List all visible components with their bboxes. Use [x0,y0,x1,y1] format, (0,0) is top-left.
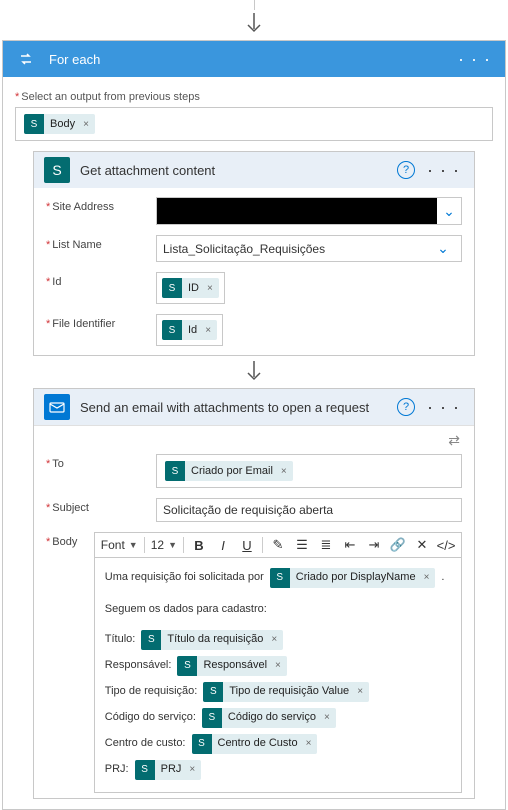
body-line-label: PRJ: [105,760,129,780]
strike-button[interactable]: ✎ [269,536,287,554]
attachment-card: S Get attachment content ? · · · *Site A… [33,151,475,356]
attachment-header[interactable]: S Get attachment content ? · · · [34,152,474,188]
number-list-button[interactable]: ≣ [317,536,335,554]
token-body[interactable]: S Body × [24,114,95,134]
token-displayname[interactable]: S Criado por DisplayName × [270,568,436,588]
sharepoint-icon: S [44,157,70,183]
bullet-list-button[interactable]: ☰ [293,536,311,554]
sharepoint-token-icon: S [192,734,212,754]
foreach-card: For each · · · *Select an output from pr… [2,40,506,810]
body-line-label: Tipo de requisição: [105,682,198,702]
token-remove[interactable]: × [205,283,219,294]
chevron-down-icon[interactable]: ⌄ [431,240,455,257]
connector-arrow-mid [15,358,493,388]
attachment-menu[interactable]: · · · [423,160,464,181]
sharepoint-token-icon: S [270,568,290,588]
site-address-input[interactable]: ⌄ [156,197,462,225]
sharepoint-token-icon: S [135,760,155,780]
body-label: *Body [46,532,94,548]
token-remove[interactable]: × [187,761,201,779]
foreach-select-label: *Select an output from previous steps [15,91,493,103]
token-remove[interactable]: × [203,325,217,336]
file-identifier-label: *File Identifier [46,314,156,330]
body-editor[interactable]: Uma requisição foi solicitada por S Cria… [94,558,462,793]
link-button[interactable]: 🔗 [389,536,407,554]
token-remove[interactable]: × [355,683,369,701]
attachment-title: Get attachment content [80,163,397,178]
token-id[interactable]: S ID × [162,278,219,298]
outdent-button[interactable]: ⇤ [341,536,359,554]
token-remove[interactable]: × [269,631,283,649]
body-line: PRJ: SPRJ× [105,758,451,782]
site-address-value-redacted [157,198,437,224]
body-line-label: Título: [105,630,136,650]
body-line-label: Responsável: [105,656,172,676]
token-remove[interactable]: × [279,466,293,477]
sharepoint-token-icon: S [162,320,182,340]
body-line: Código do serviço: SCódigo do serviço× [105,706,451,730]
site-address-label: *Site Address [46,197,156,213]
foreach-menu[interactable]: · · · [454,49,495,70]
body-line: Responsável:SResponsável× [105,654,451,678]
token-prj[interactable]: SPRJ× [135,760,202,780]
body-line-label: Código do serviço: [105,708,196,728]
italic-button[interactable]: I [214,536,232,554]
file-identifier-input[interactable]: S Id × [156,314,223,346]
to-label: *To [46,454,156,470]
email-header[interactable]: Send an email with attachments to open a… [34,389,474,425]
bold-button[interactable]: B [190,536,208,554]
token-remove[interactable]: × [81,119,95,130]
token-remove[interactable]: × [304,735,318,753]
token-responsável[interactable]: SResponsável× [177,656,286,676]
help-icon[interactable]: ? [397,161,415,179]
clear-format-button[interactable]: ✕ [413,536,431,554]
loop-icon [13,46,39,72]
token-remove[interactable]: × [273,657,287,675]
sharepoint-token-icon: S [141,630,161,650]
email-card: Send an email with attachments to open a… [33,388,475,799]
to-input[interactable]: S Criado por Email × [156,454,462,488]
token-remove[interactable]: × [322,709,336,727]
foreach-output-input[interactable]: S Body × [15,107,493,141]
code-view-button[interactable]: </> [437,536,455,554]
token-file-id[interactable]: S Id × [162,320,217,340]
rte-toolbar: Font▼ 12▼ B I U ✎ ☰ ≣ [94,532,462,558]
help-icon[interactable]: ? [397,398,415,416]
outlook-icon [44,394,70,420]
font-family-select[interactable]: Font▼ [101,538,138,552]
swap-icon[interactable]: ⇄ [34,426,474,449]
body-line: Tipo de requisição:STipo de requisição V… [105,680,451,704]
font-size-select[interactable]: 12▼ [151,538,177,552]
list-name-label: *List Name [46,235,156,251]
chevron-down-icon[interactable]: ⌄ [437,203,461,220]
connector-arrow-top [0,10,508,40]
body-line: Centro de custo: SCentro de Custo× [105,732,451,756]
token-código-do-serviço[interactable]: SCódigo do serviço× [202,708,336,728]
token-centro-de-custo[interactable]: SCentro de Custo× [192,734,318,754]
token-tipo-de-requisição-value[interactable]: STipo de requisição Value× [203,682,369,702]
sharepoint-token-icon: S [202,708,222,728]
id-label: *Id [46,272,156,288]
subject-label: *Subject [46,498,156,514]
body-line-label: Centro de custo: [105,734,186,754]
sharepoint-token-icon: S [162,278,182,298]
sharepoint-token-icon: S [177,656,197,676]
token-título-da-requisição[interactable]: STítulo da requisição× [141,630,283,650]
foreach-title: For each [49,52,454,67]
indent-button[interactable]: ⇥ [365,536,383,554]
id-input[interactable]: S ID × [156,272,225,304]
token-remove[interactable]: × [422,569,436,587]
body-line: Título:STítulo da requisição× [105,628,451,652]
subject-input[interactable]: Solicitação de requisição aberta [156,498,462,522]
underline-button[interactable]: U [238,536,256,554]
sharepoint-token-icon: S [165,461,185,481]
sharepoint-token-icon: S [24,114,44,134]
email-menu[interactable]: · · · [423,397,464,418]
sharepoint-token-icon: S [203,682,223,702]
email-title: Send an email with attachments to open a… [80,400,397,415]
foreach-header[interactable]: For each · · · [3,41,505,77]
token-to[interactable]: S Criado por Email × [165,461,293,481]
list-name-input[interactable]: Lista_Solicitação_Requisições ⌄ [156,235,462,262]
